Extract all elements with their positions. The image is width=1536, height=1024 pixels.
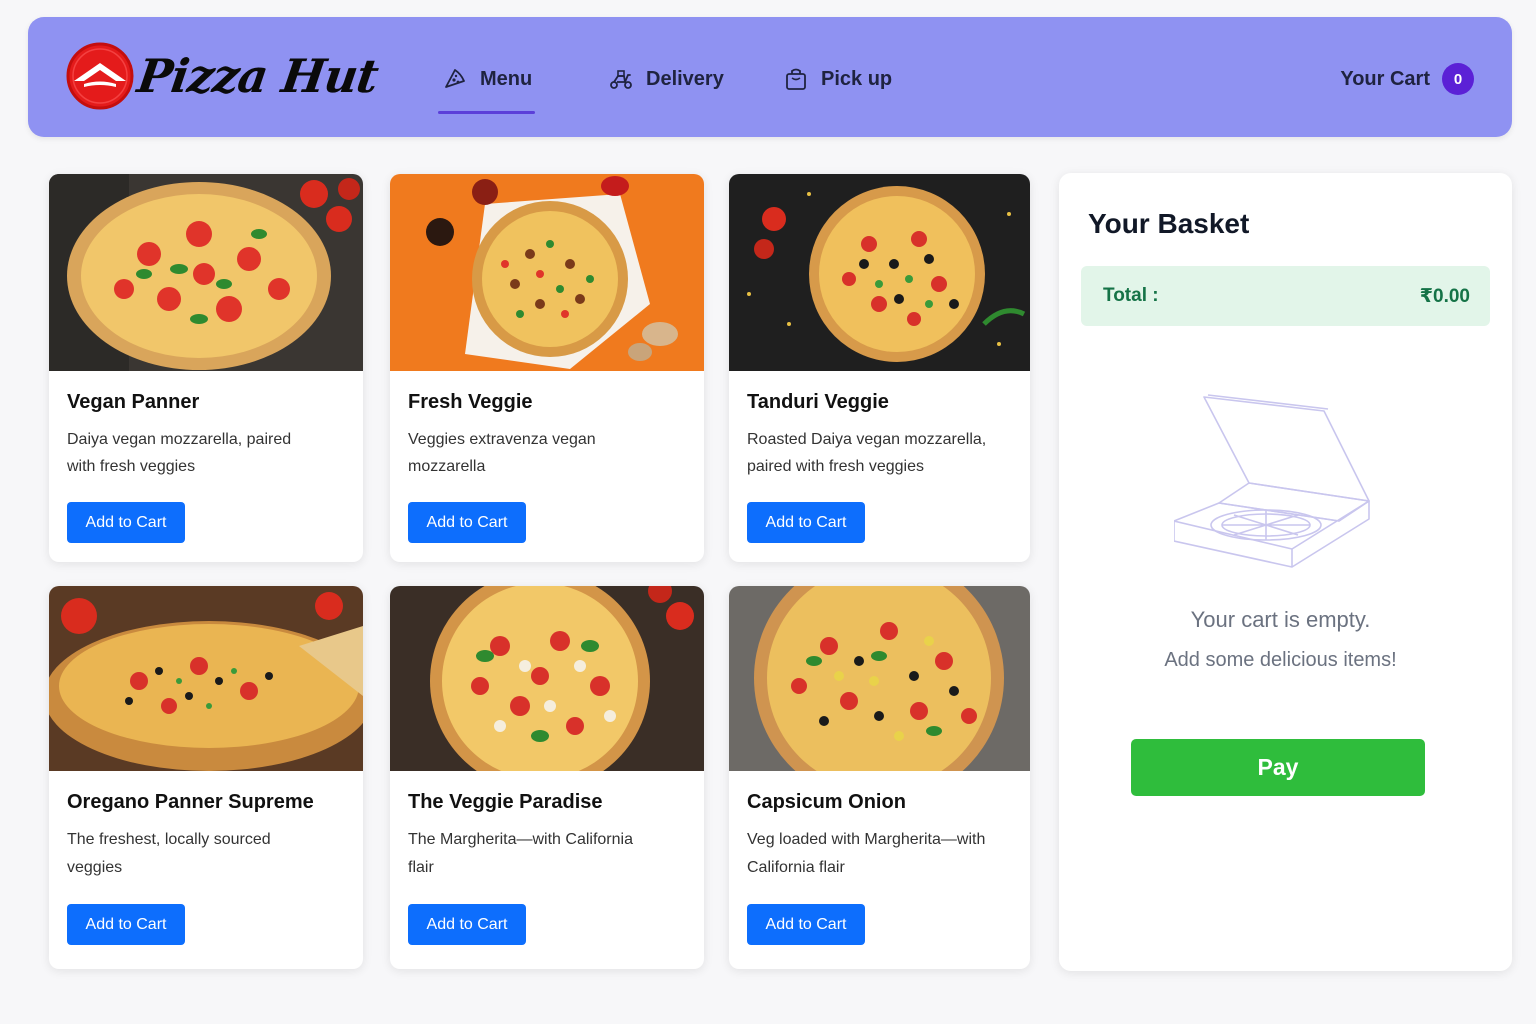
product-card: Oregano Panner Supreme The freshest, loc… — [49, 586, 363, 969]
nav-delivery[interactable]: Delivery — [608, 59, 724, 99]
empty-cart-title-text: Your cart is empty. — [1190, 607, 1371, 632]
empty-cart-subtitle-text: Add some delicious items! — [1164, 649, 1397, 671]
scooter-icon — [610, 70, 632, 89]
add-to-cart-button[interactable]: Add to Cart — [408, 502, 526, 543]
product-title: Oregano Panner Supreme — [67, 791, 314, 813]
total-label: Total : — [1103, 285, 1159, 306]
pizza-hut-logo[interactable]: Pizza Hut — [66, 39, 381, 113]
add-to-cart-button[interactable]: Add to Cart — [67, 904, 185, 945]
product-description: Veg loaded with Margherita—with Californ… — [747, 831, 986, 876]
pizza-image — [390, 586, 704, 771]
product-description: The Margherita—with California flair — [408, 831, 633, 876]
product-card: Fresh Veggie Veggies extravenza vegan mo… — [390, 174, 704, 562]
empty-cart-title: Your cart is empty. — [1059, 607, 1512, 633]
product-description: Roasted Daiya vegan mozzarella, paired w… — [747, 431, 987, 475]
product-card: Vegan Panner Daiya vegan mozzarella, pai… — [49, 174, 363, 562]
basket-panel: Your Basket Total : ₹0.00 Your cart is e… — [1059, 173, 1512, 971]
pizza-image — [49, 586, 363, 771]
pizza-hut-logo-icon — [66, 42, 134, 110]
nav-pick-up-label: Pick up — [821, 67, 893, 90]
cart-label: Your Cart — [1340, 67, 1430, 90]
product-card: Tanduri Veggie Roasted Daiya vegan mozza… — [729, 174, 1030, 562]
nav-menu[interactable]: Menu — [442, 59, 532, 99]
pizza-image — [729, 586, 1030, 771]
logo-wordmark: Pizza Hut — [134, 49, 382, 103]
basket-title: Your Basket — [1088, 208, 1250, 239]
add-to-cart-button[interactable]: Add to Cart — [408, 904, 526, 945]
add-to-cart-button[interactable]: Add to Cart — [67, 502, 185, 543]
product-description: Veggies extravenza vegan mozzarella — [408, 431, 596, 475]
product-card: Capsicum Onion Veg loaded with Margherit… — [729, 586, 1030, 969]
pizza-image — [729, 174, 1030, 371]
product-title: Capsicum Onion — [747, 791, 906, 813]
product-card: The Veggie Paradise The Margherita—with … — [390, 586, 704, 969]
add-to-cart-button[interactable]: Add to Cart — [747, 502, 865, 543]
pay-button[interactable]: Pay — [1131, 739, 1425, 796]
empty-pizza-box-icon — [1174, 394, 1370, 568]
product-title: Tanduri Veggie — [747, 391, 889, 413]
top-navbar: Pizza Hut Menu Delivery Pick up Your Car… — [28, 17, 1512, 137]
product-description: Daiya vegan mozzarella, paired with fres… — [67, 431, 292, 475]
nav-active-indicator — [438, 111, 535, 114]
pizza-image — [49, 174, 363, 371]
nav-menu-label: Menu — [480, 67, 533, 90]
total-summary: Total : ₹0.00 — [1081, 266, 1490, 326]
empty-cart-subtitle: Add some delicious items! — [1059, 649, 1512, 672]
nav-delivery-label: Delivery — [646, 67, 724, 90]
product-title: Vegan Panner — [67, 391, 200, 413]
product-title: The Veggie Paradise — [408, 791, 603, 813]
pizza-slice-icon — [445, 69, 465, 88]
nav-pick-up[interactable]: Pick up — [783, 59, 892, 99]
pizza-image — [390, 174, 704, 371]
product-description: The freshest, locally sourced veggies — [67, 831, 271, 876]
add-to-cart-button[interactable]: Add to Cart — [747, 904, 865, 945]
total-value: ₹0.00 — [1419, 285, 1470, 307]
cart-count-badge: 0 — [1442, 63, 1474, 95]
shopping-bag-icon — [786, 68, 806, 90]
your-cart-button[interactable]: Your Cart 0 — [1340, 63, 1474, 95]
product-title: Fresh Veggie — [408, 391, 533, 413]
